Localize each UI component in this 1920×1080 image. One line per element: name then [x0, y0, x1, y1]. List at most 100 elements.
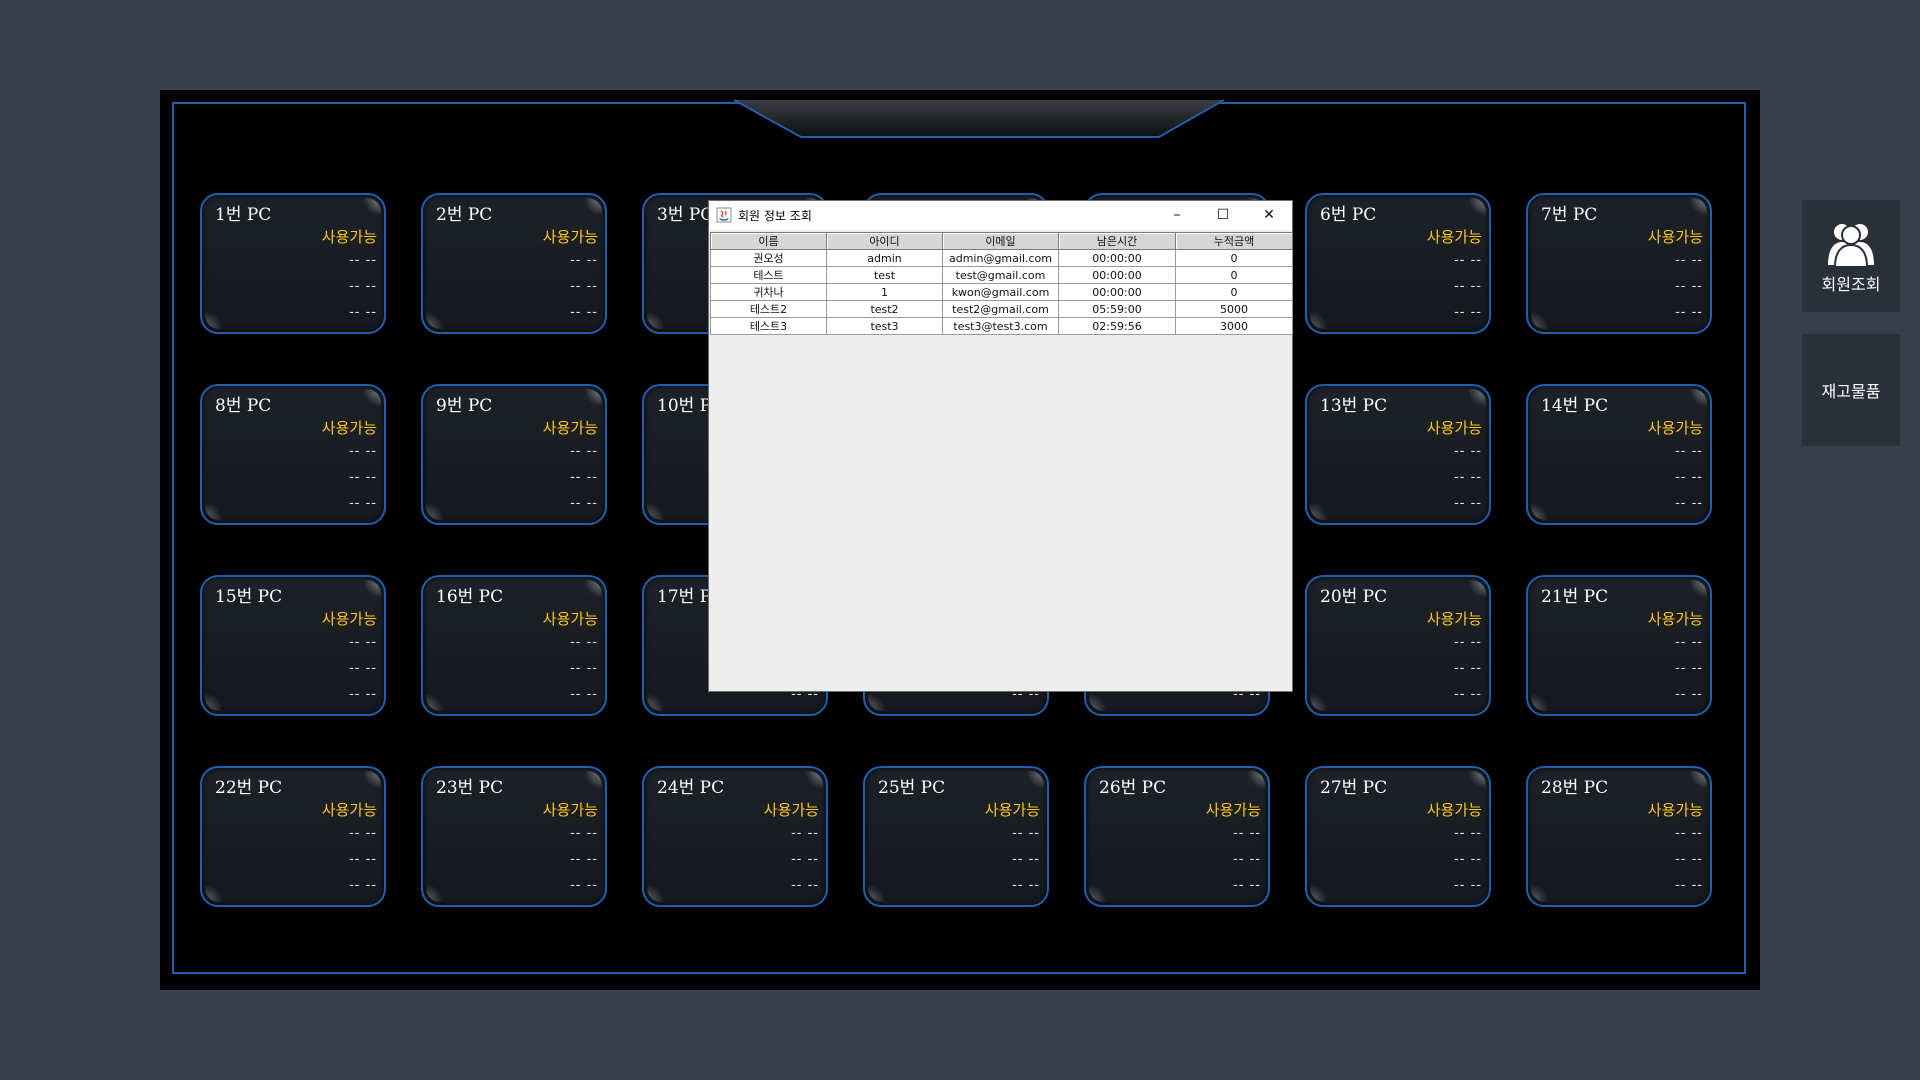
table-cell[interactable]: test3 — [826, 317, 943, 335]
pc-info-line: -- -- — [1454, 444, 1482, 459]
pc-info-line: -- -- — [570, 470, 598, 485]
table-cell[interactable]: 테스트3 — [710, 317, 827, 335]
table-cell[interactable]: test@gmail.com — [942, 266, 1059, 284]
pc-card[interactable]: 9번 PC 사용가능 -- -- -- -- -- -- — [421, 384, 607, 525]
pc-info-line: -- -- — [349, 661, 377, 676]
table-cell[interactable]: 테스트2 — [710, 300, 827, 318]
pc-card[interactable]: 13번 PC 사용가능 -- -- -- -- -- -- — [1305, 384, 1491, 525]
table-cell[interactable]: 권오성 — [710, 249, 827, 267]
pc-card[interactable]: 8번 PC 사용가능 -- -- -- -- -- -- — [200, 384, 386, 525]
stock-items-label: 재고물품 — [1821, 382, 1881, 401]
close-button[interactable]: ✕ — [1246, 201, 1292, 230]
column-header-name[interactable]: 이름 — [710, 232, 827, 250]
pc-name: 24번 PC — [657, 778, 725, 798]
pc-card[interactable]: 2번 PC 사용가능 -- -- -- -- -- -- — [421, 193, 607, 334]
pc-status: 사용가능 — [1205, 801, 1261, 819]
table-cell[interactable]: 1 — [826, 283, 943, 301]
table-cell[interactable]: 0 — [1175, 249, 1293, 267]
table-cell[interactable]: 0 — [1175, 283, 1293, 301]
pc-name: 23번 PC — [436, 778, 504, 798]
pc-info-line: -- -- — [1454, 496, 1482, 511]
table-cell[interactable]: admin — [826, 249, 943, 267]
member-info-dialog: 회원 정보 조회 – ☐ ✕ 이름 아이디 이메일 남은시간 누적금액 권오성 a… — [708, 200, 1293, 692]
table-cell[interactable]: 02:59:56 — [1058, 317, 1176, 335]
table-row[interactable]: 테스트2 test2 test2@gmail.com 05:59:00 5000 — [710, 300, 1293, 318]
pc-name: 6번 PC — [1320, 205, 1377, 225]
stock-items-button[interactable]: 재고물품 — [1802, 334, 1900, 446]
pc-card[interactable]: 15번 PC 사용가능 -- -- -- -- -- -- — [200, 575, 386, 716]
table-row[interactable]: 테스트3 test3 test3@test3.com 02:59:56 3000 — [710, 317, 1293, 335]
users-icon — [1828, 224, 1874, 268]
pc-card[interactable]: 26번 PC 사용가능 -- -- -- -- -- -- — [1084, 766, 1270, 907]
table-row[interactable]: 테스트 test test@gmail.com 00:00:00 0 — [710, 266, 1293, 284]
pc-card[interactable]: 16번 PC 사용가능 -- -- -- -- -- -- — [421, 575, 607, 716]
pc-info-line: -- -- — [1454, 279, 1482, 294]
dialog-titlebar[interactable]: 회원 정보 조회 – ☐ ✕ — [709, 201, 1292, 230]
maximize-button[interactable]: ☐ — [1200, 201, 1246, 230]
member-table-body: 권오성 admin admin@gmail.com 00:00:00 0 테스트 test t… — [710, 249, 1293, 335]
pc-status: 사용가능 — [321, 228, 377, 246]
pc-info-line: -- -- — [1675, 444, 1703, 459]
pc-card[interactable]: 20번 PC 사용가능 -- -- -- -- -- -- — [1305, 575, 1491, 716]
table-cell[interactable]: 3000 — [1175, 317, 1293, 335]
column-header-id[interactable]: 아이디 — [826, 232, 943, 250]
pc-name: 7번 PC — [1541, 205, 1598, 225]
pc-info-line: -- -- — [1675, 852, 1703, 867]
pc-info-line: -- -- — [570, 253, 598, 268]
pc-info-line: -- -- — [1675, 687, 1703, 702]
pc-card[interactable]: 24번 PC 사용가능 -- -- -- -- -- -- — [642, 766, 828, 907]
pc-name: 1번 PC — [215, 205, 272, 225]
pc-card[interactable]: 7번 PC 사용가능 -- -- -- -- -- -- — [1526, 193, 1712, 334]
table-cell[interactable]: test2@gmail.com — [942, 300, 1059, 318]
pc-info-line: -- -- — [570, 878, 598, 893]
table-cell[interactable]: 귀차나 — [710, 283, 827, 301]
pc-card[interactable]: 23번 PC 사용가능 -- -- -- -- -- -- — [421, 766, 607, 907]
pc-card[interactable]: 21번 PC 사용가능 -- -- -- -- -- -- — [1526, 575, 1712, 716]
pc-name: 20번 PC — [1320, 587, 1388, 607]
pc-name: 22번 PC — [215, 778, 283, 798]
pc-name: 3번 PC — [657, 205, 714, 225]
table-cell[interactable]: 00:00:00 — [1058, 283, 1176, 301]
pc-name: 21번 PC — [1541, 587, 1609, 607]
pc-card[interactable]: 1번 PC 사용가능 -- -- -- -- -- -- — [200, 193, 386, 334]
column-header-total-amount[interactable]: 누적금액 — [1175, 232, 1293, 250]
pc-card[interactable]: 22번 PC 사용가능 -- -- -- -- -- -- — [200, 766, 386, 907]
pc-info-line: -- -- — [1233, 826, 1261, 841]
table-cell[interactable]: 05:59:00 — [1058, 300, 1176, 318]
table-cell[interactable]: admin@gmail.com — [942, 249, 1059, 267]
pc-info-line: -- -- — [1012, 878, 1040, 893]
member-lookup-button[interactable]: 회원조회 — [1802, 200, 1900, 312]
pc-name: 27번 PC — [1320, 778, 1388, 798]
table-row[interactable]: 권오성 admin admin@gmail.com 00:00:00 0 — [710, 249, 1293, 267]
pc-info-line: -- -- — [1675, 279, 1703, 294]
pc-card[interactable]: 14번 PC 사용가능 -- -- -- -- -- -- — [1526, 384, 1712, 525]
table-header-row: 이름 아이디 이메일 남은시간 누적금액 — [710, 232, 1293, 250]
table-row[interactable]: 귀차나 1 kwon@gmail.com 00:00:00 0 — [710, 283, 1293, 301]
table-cell[interactable]: kwon@gmail.com — [942, 283, 1059, 301]
pc-card[interactable]: 6번 PC 사용가능 -- -- -- -- -- -- — [1305, 193, 1491, 334]
pc-info-line: -- -- — [570, 826, 598, 841]
table-cell[interactable]: test3@test3.com — [942, 317, 1059, 335]
table-cell[interactable]: 00:00:00 — [1058, 249, 1176, 267]
member-lookup-label: 회원조회 — [1821, 275, 1881, 294]
table-cell[interactable]: 테스트 — [710, 266, 827, 284]
pc-card[interactable]: 28번 PC 사용가능 -- -- -- -- -- -- — [1526, 766, 1712, 907]
table-cell[interactable]: 00:00:00 — [1058, 266, 1176, 284]
dialog-title: 회원 정보 조회 — [738, 209, 812, 223]
pc-name: 2번 PC — [436, 205, 493, 225]
table-cell[interactable]: 0 — [1175, 266, 1293, 284]
pc-info-line: -- -- — [1454, 826, 1482, 841]
pc-status: 사용가능 — [1426, 801, 1482, 819]
pc-status: 사용가능 — [763, 801, 819, 819]
minimize-button[interactable]: – — [1154, 201, 1200, 230]
table-cell[interactable]: test — [826, 266, 943, 284]
column-header-remaining-time[interactable]: 남은시간 — [1058, 232, 1176, 250]
table-cell[interactable]: test2 — [826, 300, 943, 318]
table-cell[interactable]: 5000 — [1175, 300, 1293, 318]
column-header-email[interactable]: 이메일 — [942, 232, 1059, 250]
pc-card[interactable]: 27번 PC 사용가능 -- -- -- -- -- -- — [1305, 766, 1491, 907]
pc-info-line: -- -- — [1454, 253, 1482, 268]
pc-status: 사용가능 — [542, 228, 598, 246]
pc-card[interactable]: 25번 PC 사용가능 -- -- -- -- -- -- — [863, 766, 1049, 907]
member-table[interactable]: 이름 아이디 이메일 남은시간 누적금액 권오성 admin admin@gmail… — [710, 232, 1293, 335]
